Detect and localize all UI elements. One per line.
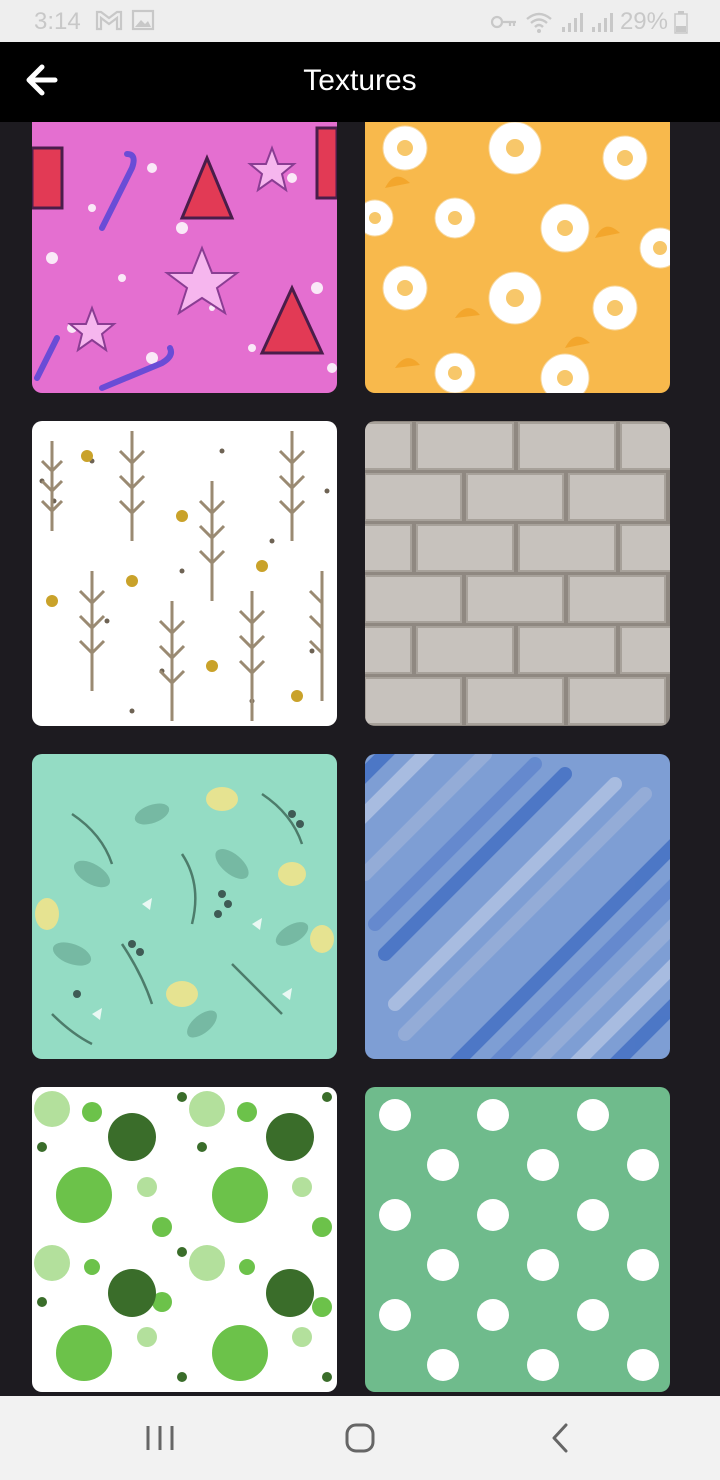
recent-apps-icon[interactable] [140, 1420, 180, 1456]
texture-grid [0, 122, 720, 1396]
gmail-icon [95, 10, 123, 31]
signal-icon [561, 13, 583, 32]
texture-feathers-leaves[interactable] [32, 421, 337, 726]
texture-green-circles[interactable] [32, 1087, 337, 1392]
wifi-icon [526, 12, 552, 33]
back-icon[interactable] [540, 1420, 580, 1456]
page-title: Textures [303, 64, 417, 97]
texture-blue-diagonal-streaks[interactable] [365, 754, 670, 1059]
status-time: 3:14 [34, 8, 81, 35]
app-bar: Textures [0, 42, 720, 122]
texture-green-polka-dots[interactable] [365, 1087, 670, 1392]
texture-christmas-cookies[interactable] [32, 122, 337, 393]
key-icon [490, 15, 516, 29]
system-nav-bar [0, 1396, 720, 1480]
battery-icon [674, 11, 688, 34]
battery-percent: 29% [619, 8, 668, 35]
texture-stone-bricks[interactable] [365, 421, 670, 726]
texture-mint-botanical[interactable] [32, 754, 337, 1059]
texture-daisy-flowers[interactable] [365, 122, 670, 393]
status-bar: 3:14 29% [0, 0, 720, 42]
gallery-icon [131, 9, 155, 31]
signal-icon-2 [591, 13, 613, 32]
home-icon[interactable] [340, 1420, 380, 1456]
